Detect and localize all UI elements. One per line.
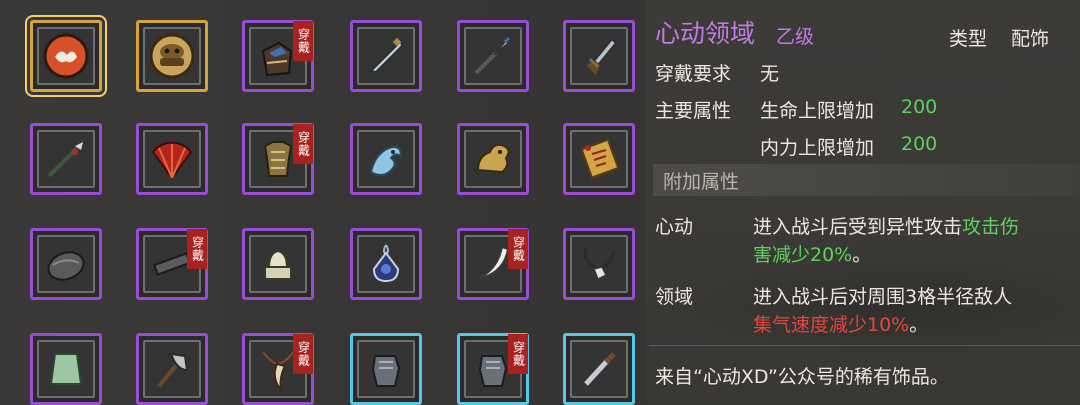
spear-icon [474, 37, 510, 75]
equipped-tag: 穿戴 [187, 229, 207, 269]
green-glaive-icon [47, 142, 83, 178]
coin-pouch-icon [43, 33, 89, 79]
inventory-slot[interactable]: 穿戴 [457, 333, 529, 405]
inventory-slot[interactable] [350, 123, 422, 195]
jade-cloak-icon [49, 353, 83, 385]
inventory-slot[interactable] [563, 123, 635, 195]
inventory-slot[interactable] [457, 20, 529, 92]
blue-amulet-icon [372, 244, 400, 283]
inventory-grid: 穿戴 穿戴 穿戴 穿戴 穿戴 穿戴 [0, 0, 650, 405]
inventory-slot[interactable]: 穿戴 [242, 123, 314, 195]
item-name: 心动领域 [655, 19, 756, 48]
talisman-scroll-icon [580, 138, 620, 179]
pendant-necklace-icon [583, 248, 616, 281]
broad-sword-icon [586, 37, 618, 75]
red-fan-icon [151, 141, 193, 180]
requirement-value: 无 [760, 63, 780, 85]
extra-attr-header: 附加属性 [653, 164, 1080, 196]
inventory-slot[interactable] [30, 123, 102, 195]
gold-beast-icon [476, 143, 510, 174]
inventory-slot[interactable] [30, 333, 102, 405]
inventory-slot[interactable] [136, 333, 208, 405]
main-attr-value: 200 [901, 96, 938, 118]
equipped-tag: 穿戴 [508, 229, 528, 269]
long-sword-icon [368, 37, 404, 74]
inventory-slot[interactable]: 穿戴 [136, 228, 208, 300]
inventory-slot[interactable] [136, 20, 208, 92]
extra-attr-header-label: 附加属性 [663, 171, 740, 193]
inventory-slot[interactable]: 穿戴 [242, 20, 314, 92]
inventory-slot[interactable] [30, 228, 102, 300]
inventory-slot[interactable] [563, 333, 635, 405]
main-attr-label: 主要属性 [655, 100, 732, 122]
inventory-slot[interactable] [563, 228, 635, 300]
item-detail-panel: 心动领域 乙级 类型 配饰 穿戴要求 无 主要属性 生命上限增加 200 内力上… [645, 0, 1080, 403]
short-sword-icon [584, 352, 616, 386]
inventory-slot[interactable] [350, 20, 422, 92]
main-attr-text: 生命上限增加 [760, 100, 875, 122]
extra-attr-desc-cont: 害减少20%。 [753, 244, 872, 266]
ornate-medallion-icon [149, 33, 195, 79]
main-attr-value: 200 [901, 133, 938, 155]
inventory-slot[interactable] [25, 15, 107, 97]
inventory-slot[interactable] [457, 123, 529, 195]
inventory-slot[interactable] [350, 333, 422, 405]
main-attr-text: 内力上限增加 [760, 137, 875, 159]
extra-attr-desc: 进入战斗后受到异性攻击攻击伤 [753, 216, 1020, 238]
divider [649, 345, 1080, 346]
jade-seal-icon [264, 249, 292, 280]
inventory-slot[interactable] [242, 228, 314, 300]
inventory-slot[interactable] [136, 123, 208, 195]
inventory-slot[interactable]: 穿戴 [242, 333, 314, 405]
extra-attr-name: 心动 [655, 216, 694, 238]
equipped-tag: 穿戴 [293, 124, 313, 164]
equipped-tag: 穿戴 [508, 334, 528, 374]
extra-attr-desc: 进入战斗后对周围3格半径敌人 [753, 286, 1013, 308]
ice-dragon-icon [369, 146, 403, 176]
inventory-slot[interactable] [350, 228, 422, 300]
iron-helmet-icon [47, 251, 85, 281]
item-grade: 乙级 [776, 26, 815, 48]
type-value: 配饰 [1011, 28, 1050, 50]
inventory-slot[interactable]: 穿戴 [457, 228, 529, 300]
extra-attr-desc-cont: 集气速度减少10%。 [753, 314, 929, 336]
extra-attr-name: 领域 [655, 286, 694, 308]
equipped-tag: 穿戴 [293, 21, 313, 61]
steel-gauntlet-icon [371, 355, 401, 387]
equipped-tag: 穿戴 [293, 334, 313, 374]
inventory-slot[interactable] [563, 20, 635, 92]
requirement-label: 穿戴要求 [655, 63, 732, 85]
battle-axe-icon [157, 352, 189, 388]
type-label: 类型 [949, 28, 988, 50]
flavor-text: 来自“心动XD”公众号的稀有饰品。 [655, 366, 949, 388]
